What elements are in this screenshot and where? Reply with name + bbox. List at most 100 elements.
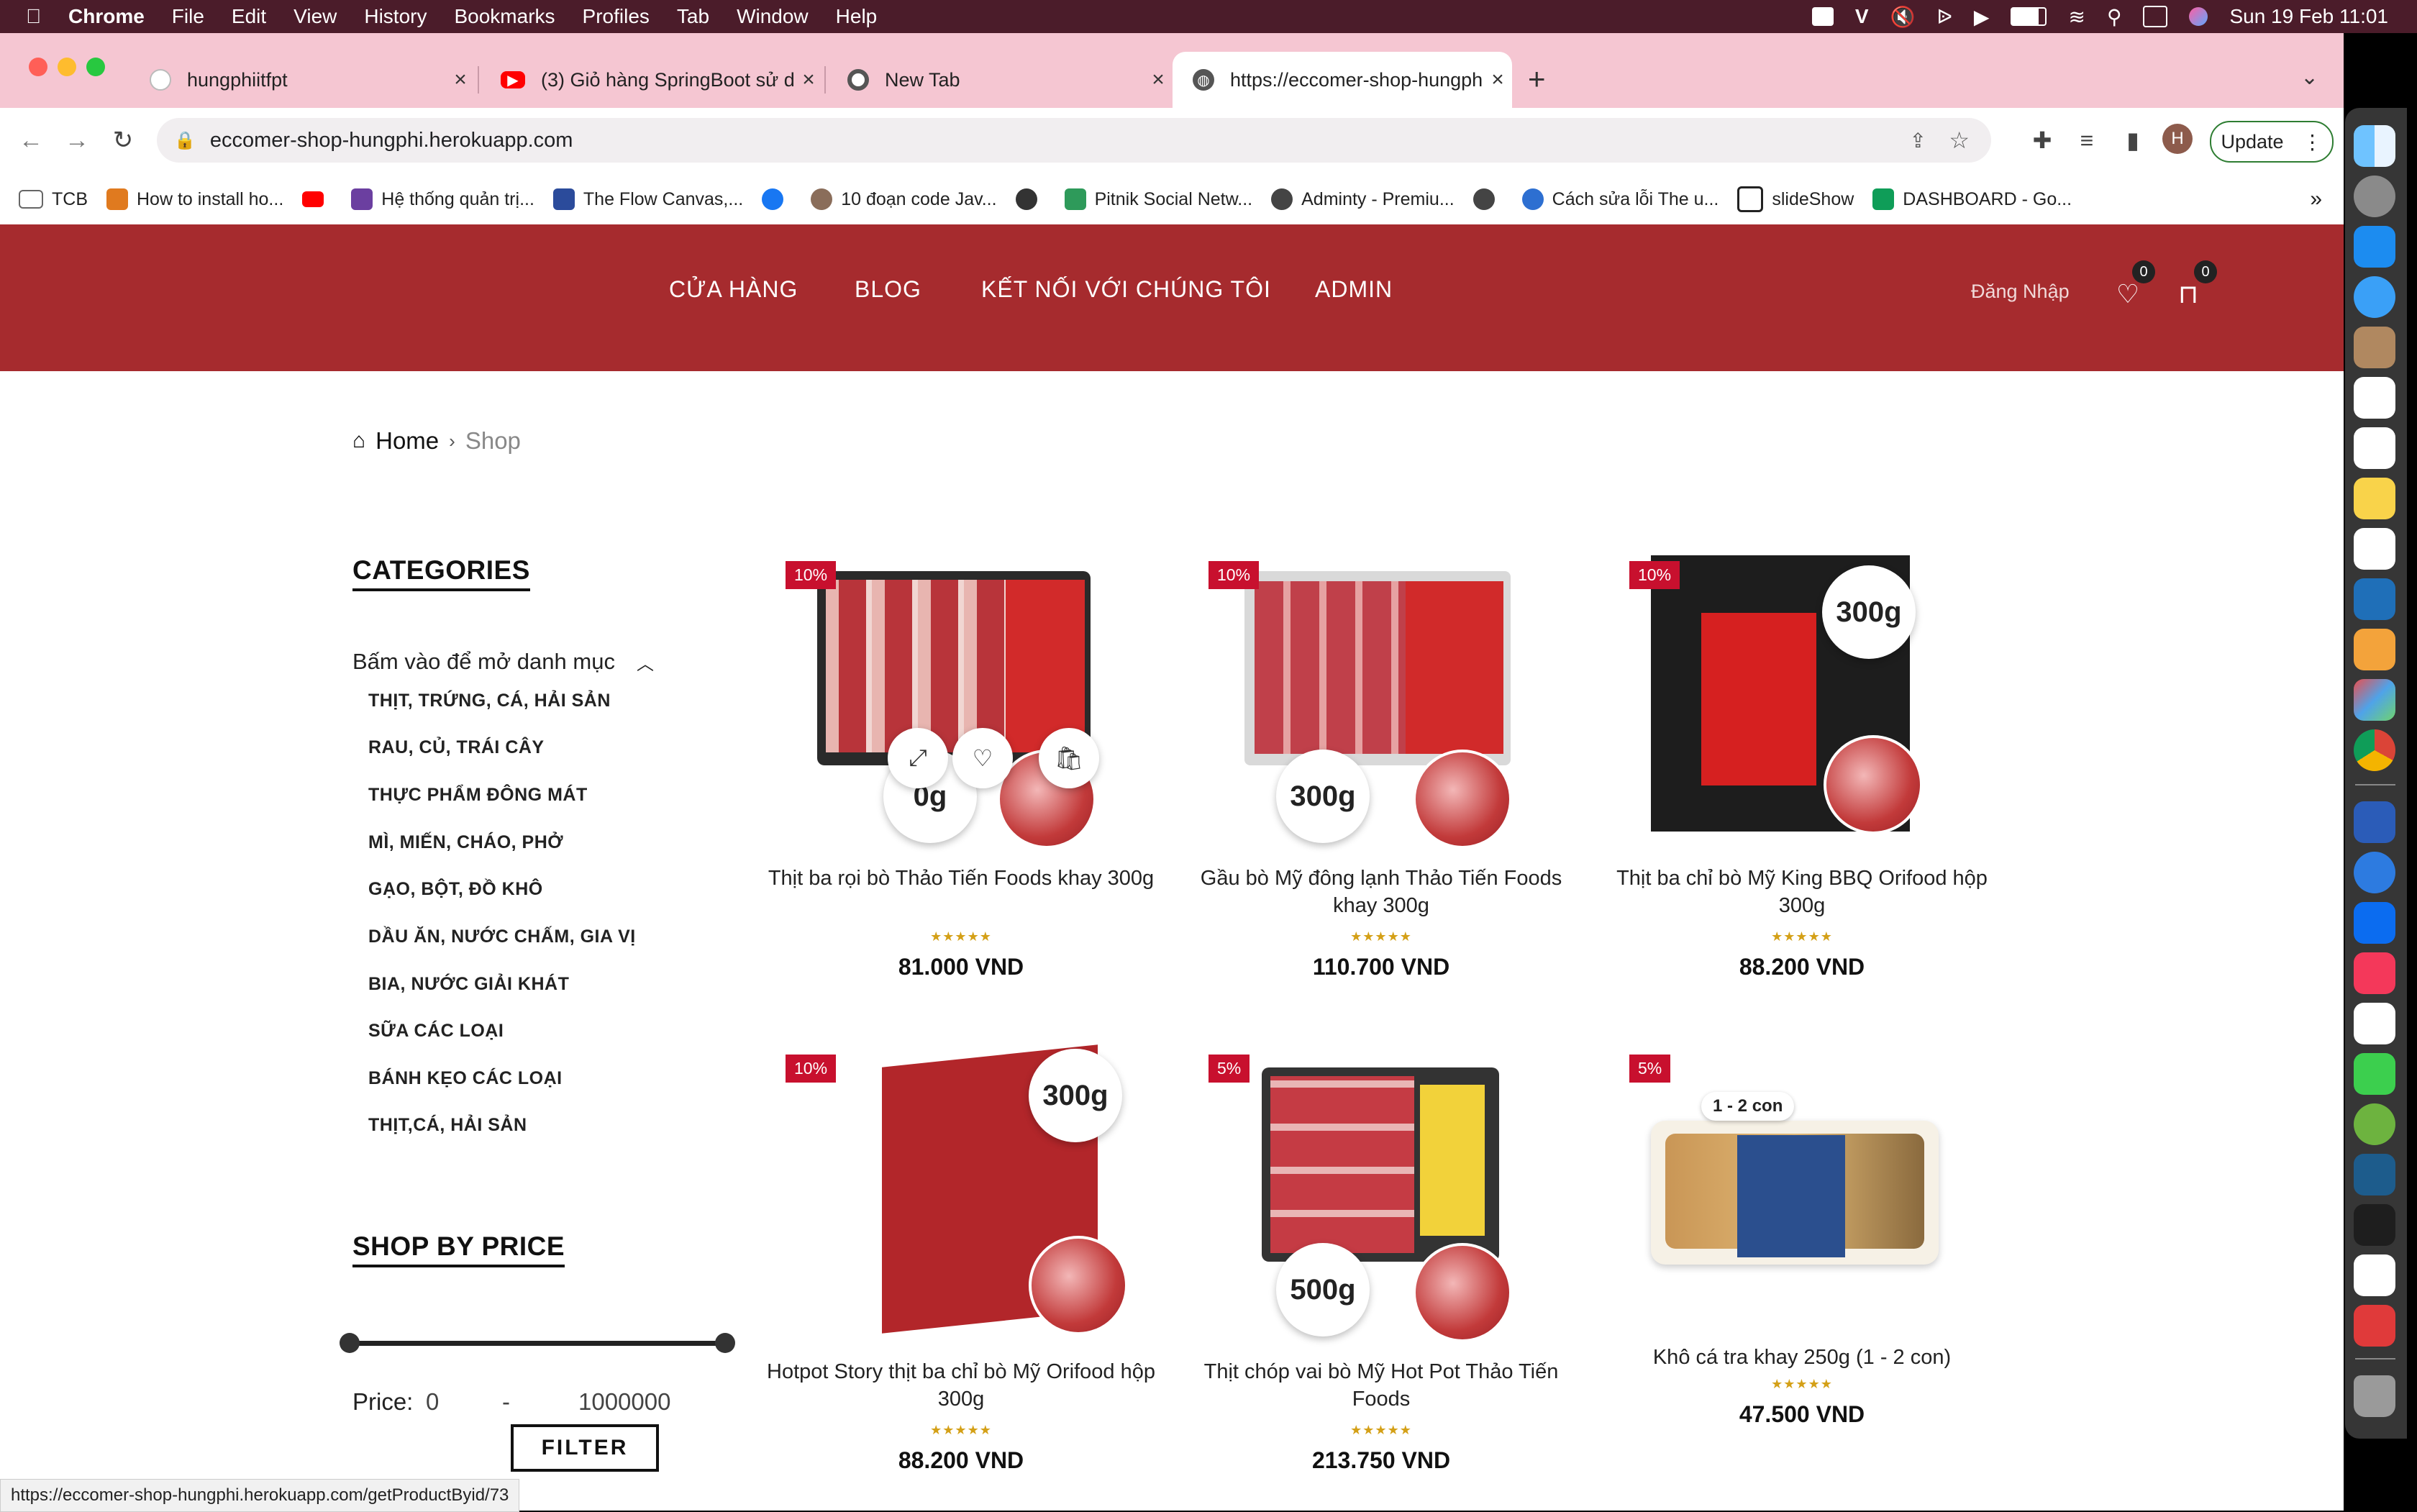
more-menu-icon[interactable]: ⋮: [2303, 130, 2323, 154]
freeform-icon[interactable]: [2354, 528, 2395, 570]
bookmark-item[interactable]: slideShow: [1737, 186, 1854, 212]
safari-icon[interactable]: [2354, 852, 2395, 893]
zalo-icon[interactable]: [2354, 902, 2395, 944]
category-item[interactable]: RAU, CỦ, TRÁI CÂY: [368, 737, 545, 758]
category-item[interactable]: THỊT, TRỨNG, CÁ, HẢI SẢN: [368, 691, 611, 711]
product-name[interactable]: Thịt ba chỉ bò Mỹ King BBQ Orifood hộp 3…: [1601, 865, 2003, 919]
safari-icon[interactable]: [2354, 276, 2395, 318]
bookmark-tcb[interactable]: TCB: [19, 189, 88, 210]
product-card[interactable]: 300g 10% Hotpot Story thịt ba chỉ bò Mỹ …: [760, 1044, 1162, 1511]
product-image[interactable]: 300g: [803, 1044, 1128, 1336]
category-item[interactable]: BIA, NƯỚC GIẢI KHÁT: [368, 974, 569, 995]
product-card[interactable]: 300g 10% Thịt ba chỉ bò Mỹ King BBQ Orif…: [1601, 555, 2003, 1030]
lock-icon[interactable]: 🔒: [174, 130, 196, 151]
product-name[interactable]: Hotpot Story thịt ba chỉ bò Mỹ Orifood h…: [760, 1358, 1162, 1413]
category-item[interactable]: DẦU ĂN, NƯỚC CHẤM, GIA VỊ: [368, 926, 636, 947]
word-status-icon[interactable]: [1811, 7, 1834, 26]
product-image[interactable]: 500g: [1223, 1049, 1525, 1342]
bookmark-item[interactable]: [762, 188, 792, 210]
product-name[interactable]: Khô cá tra khay 250g (1 - 2 con): [1601, 1344, 2003, 1371]
notes-icon[interactable]: [2354, 478, 2395, 519]
menu-file[interactable]: File: [172, 5, 204, 28]
clock[interactable]: Sun 19 Feb 11:01: [2229, 5, 2388, 28]
v-status-icon[interactable]: V: [1855, 5, 1869, 28]
more-bookmarks-icon[interactable]: »: [2310, 187, 2322, 211]
menu-profiles[interactable]: Profiles: [583, 5, 650, 28]
menu-edit[interactable]: Edit: [232, 5, 266, 28]
bookmark-item[interactable]: Pitnik Social Netw...: [1064, 188, 1252, 210]
product-image[interactable]: 300g: [1223, 555, 1525, 849]
product-card[interactable]: 1 - 2 con 5% Khô cá tra khay 250g (1 - 2…: [1601, 1049, 2003, 1511]
wifi-icon[interactable]: ≋: [2068, 5, 2085, 29]
bookmark-item[interactable]: 10 đoạn code Jav...: [811, 188, 997, 210]
category-item[interactable]: GẠO, BỘT, ĐỒ KHÔ: [368, 879, 543, 900]
visual-paradigm-icon[interactable]: [2354, 578, 2395, 620]
bookmark-item[interactable]: Adminty - Premiu...: [1271, 188, 1455, 210]
menu-view[interactable]: View: [293, 5, 337, 28]
bookmark-star-icon[interactable]: ☆: [1949, 127, 1970, 154]
menu-help[interactable]: Help: [836, 5, 878, 28]
bookmark-item[interactable]: [1015, 188, 1046, 210]
expand-icon[interactable]: ⤢: [888, 728, 948, 788]
apple-icon[interactable]: : [26, 5, 41, 28]
pages-icon[interactable]: [2354, 629, 2395, 670]
heart-icon[interactable]: ♡: [2113, 279, 2142, 309]
bluetooth-icon[interactable]: ᐉ: [1936, 5, 1952, 29]
calendar-icon[interactable]: [2354, 377, 2395, 419]
tab-github[interactable]: hungphiitfpt ×: [129, 52, 475, 108]
close-window-button[interactable]: [29, 58, 47, 76]
menu-chrome[interactable]: Chrome: [68, 5, 145, 28]
category-item[interactable]: THỊT,CÁ, HẢI SẢN: [368, 1115, 527, 1136]
reload-icon[interactable]: ↻: [105, 122, 141, 158]
share-icon[interactable]: ⇪: [1910, 129, 1926, 152]
close-icon[interactable]: ×: [1483, 68, 1512, 92]
siri-icon[interactable]: [2189, 7, 2208, 26]
price-min-input[interactable]: 0: [426, 1388, 439, 1416]
messages-icon[interactable]: [2354, 1053, 2395, 1095]
minimize-window-button[interactable]: [58, 58, 76, 76]
product-name[interactable]: Thịt chóp vai bò Mỹ Hot Pot Thảo Tiến Fo…: [1180, 1358, 1583, 1413]
product-image[interactable]: 300g: [1644, 555, 1946, 843]
product-name[interactable]: Gầu bò Mỹ đông lạnh Thảo Tiến Foods khay…: [1180, 865, 1583, 919]
price-slider-min-handle[interactable]: [340, 1333, 360, 1353]
forward-icon[interactable]: →: [59, 122, 95, 158]
control-center-icon[interactable]: [2143, 6, 2168, 27]
wps-office-icon[interactable]: [2354, 1305, 2395, 1347]
home-icon[interactable]: ⌂: [352, 429, 365, 453]
bookmark-item[interactable]: [1472, 188, 1503, 210]
bookmark-item[interactable]: Hệ thống quản trị...: [351, 188, 534, 210]
menu-history[interactable]: History: [364, 5, 427, 28]
close-icon[interactable]: ×: [794, 68, 823, 92]
nav-blog[interactable]: BLOG: [855, 276, 921, 303]
category-item[interactable]: SỮA CÁC LOẠI: [368, 1021, 504, 1042]
bookmark-item[interactable]: The Flow Canvas,...: [552, 188, 743, 210]
tab-eccomer-shop[interactable]: ◍ https://eccomer-shop-hungphi.herokuapp…: [1173, 52, 1512, 108]
product-card[interactable]: 0g ⤢ ♡ 🛍 10% Thịt ba rọi bò Thảo Tiến Fo…: [760, 555, 1162, 1030]
system-settings-icon[interactable]: [2354, 176, 2395, 217]
close-icon[interactable]: ×: [446, 68, 475, 92]
category-item[interactable]: BÁNH KẸO CÁC LOẠI: [368, 1068, 563, 1089]
bookmark-item[interactable]: DASHBOARD - Go...: [1872, 188, 2072, 210]
product-card[interactable]: 500g 5% Thịt chóp vai bò Mỹ Hot Pot Thảo…: [1180, 1049, 1583, 1511]
price-slider-track[interactable]: [348, 1341, 727, 1346]
shopping-bag-icon[interactable]: ⊓: [2174, 279, 2203, 309]
tab-youtube[interactable]: ▶ (3) Giỏ hàng SpringBoot sử dụng ×: [481, 52, 823, 108]
reading-list-icon[interactable]: ≡: [2070, 124, 2103, 157]
menu-bookmarks[interactable]: Bookmarks: [454, 5, 555, 28]
side-panel-icon[interactable]: ▮: [2116, 124, 2149, 157]
tab-new-tab[interactable]: New Tab ×: [827, 52, 1173, 108]
mute-icon[interactable]: 🔇: [1890, 5, 1916, 29]
back-icon[interactable]: ←: [13, 122, 49, 158]
new-tab-button[interactable]: +: [1528, 62, 1546, 96]
bookmark-item[interactable]: [302, 191, 332, 207]
nav-contact[interactable]: KẾT NỐI VỚI CHÚNG TÔI: [981, 276, 1271, 303]
extensions-icon[interactable]: ✚: [2026, 124, 2059, 157]
update-button[interactable]: Update ⋮: [2210, 121, 2334, 163]
tab-search-icon[interactable]: ⌄: [2300, 65, 2318, 90]
bookmark-item[interactable]: Cách sửa lỗi The u...: [1521, 188, 1719, 210]
nav-shop[interactable]: CỬA HÀNG: [669, 276, 798, 303]
product-name[interactable]: Thịt ba rọi bò Thảo Tiến Foods khay 300g: [760, 865, 1162, 892]
add-to-cart-icon[interactable]: 🛍: [1039, 728, 1099, 788]
chevron-up-icon[interactable]: ︿: [637, 650, 654, 675]
finder-icon[interactable]: [2354, 125, 2395, 167]
